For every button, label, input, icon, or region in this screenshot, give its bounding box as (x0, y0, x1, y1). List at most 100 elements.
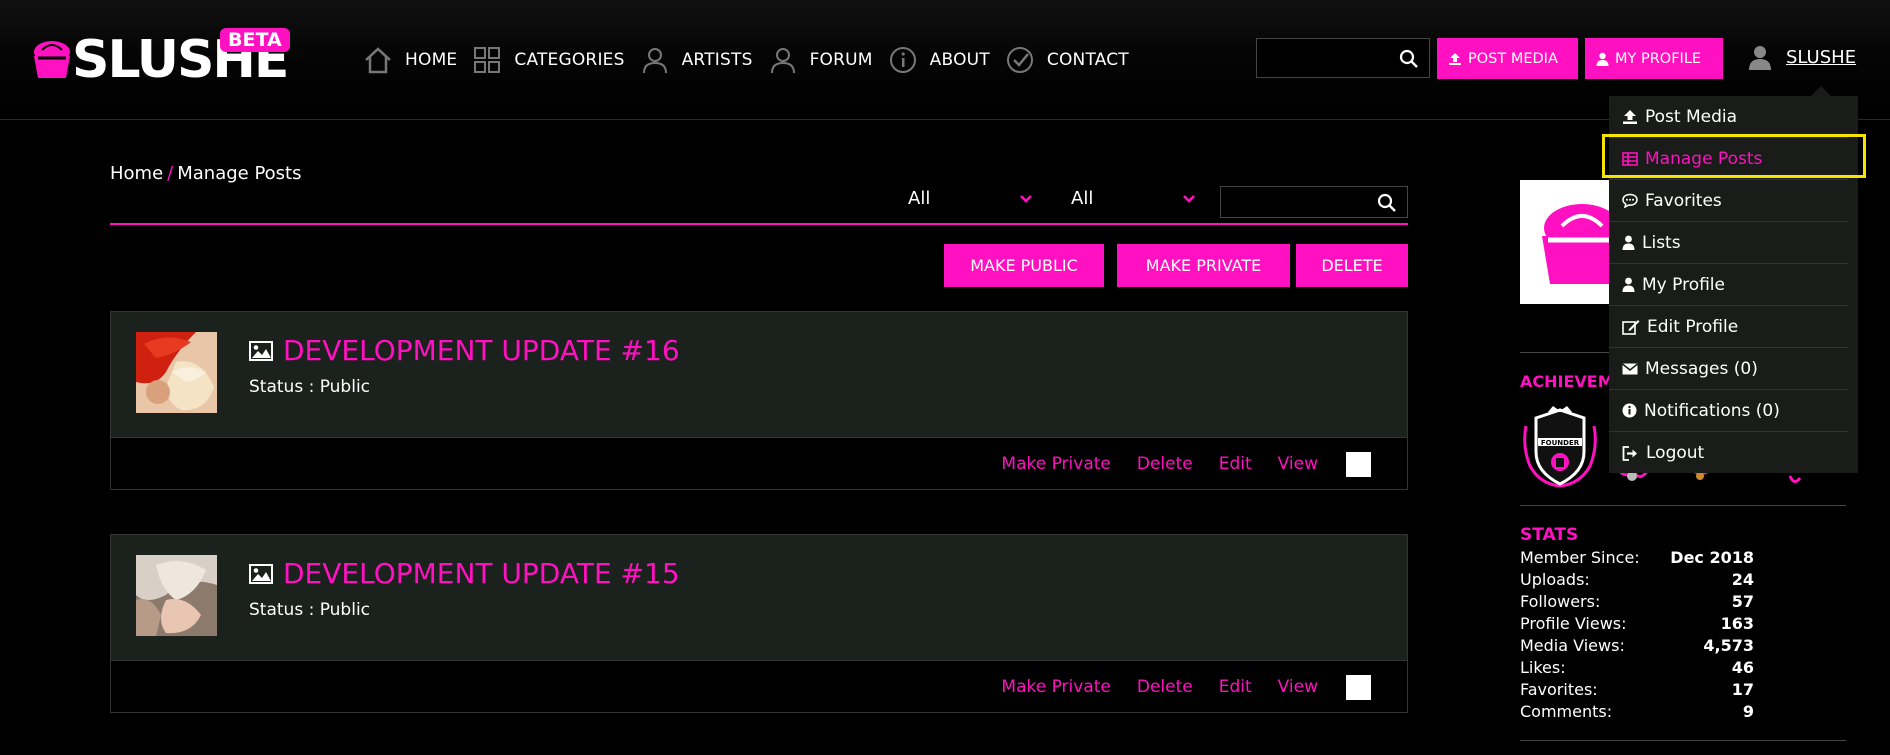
post-title: DEVELOPMENT UPDATE #15 (283, 557, 680, 590)
stat-row: Member Since: Dec 2018 (1520, 548, 1754, 570)
user-dropdown-menu: Post Media Manage Posts Favorites Lists … (1609, 86, 1858, 474)
stat-row: Uploads: 24 (1520, 570, 1754, 592)
achievement-badge[interactable] (1788, 475, 1802, 483)
delete-link[interactable]: Delete (1137, 454, 1193, 474)
image-icon (249, 563, 273, 584)
achievements-heading: ACHIEVEM (1520, 372, 1614, 391)
image-icon (249, 340, 273, 361)
breadcrumb-home[interactable]: Home (110, 163, 163, 184)
nav-forum[interactable]: FORUM (767, 44, 873, 76)
post-title-link[interactable]: DEVELOPMENT UPDATE #15 (249, 557, 680, 590)
post-media-button[interactable]: POST MEDIA (1437, 38, 1578, 79)
menu-item-post-media[interactable]: Post Media (1609, 96, 1848, 138)
stat-row: Likes: 46 (1520, 658, 1754, 680)
menu-item-edit-profile[interactable]: Edit Profile (1609, 306, 1848, 348)
header-search-input[interactable] (1256, 38, 1430, 78)
person-icon (1596, 52, 1609, 66)
stat-row: Profile Views: 163 (1520, 614, 1754, 636)
view-link[interactable]: View (1278, 454, 1318, 474)
stat-label: Uploads: (1520, 570, 1590, 589)
upload-icon (1623, 109, 1637, 124)
post-select-checkbox[interactable] (1346, 674, 1371, 700)
search-icon[interactable] (1377, 193, 1397, 213)
nav-about[interactable]: ABOUT (887, 44, 990, 76)
menu-item-label: Edit Profile (1647, 316, 1739, 337)
stat-row: Media Views: 4,573 (1520, 636, 1754, 658)
nav-home-label: HOME (405, 50, 458, 70)
make-private-link[interactable]: Make Private (1001, 677, 1110, 697)
site-logo[interactable]: SLUSHE BETA (30, 28, 300, 90)
menu-item-label: Logout (1646, 443, 1705, 463)
person-icon (1622, 235, 1635, 250)
stat-label: Media Views: (1520, 636, 1625, 655)
stat-row: Comments: 9 (1520, 702, 1754, 724)
menu-item-messages[interactable]: Messages (0) (1609, 348, 1848, 390)
make-public-button[interactable]: MAKE PUBLIC (944, 244, 1104, 287)
nav-contact[interactable]: CONTACT (1004, 44, 1129, 76)
nav-categories[interactable]: CATEGORIES (471, 44, 624, 76)
menu-item-favorites[interactable]: Favorites (1609, 180, 1848, 222)
stat-row: Favorites: 17 (1520, 680, 1754, 702)
posts-search-input[interactable] (1220, 186, 1408, 218)
slushe-cup-icon (34, 41, 70, 78)
post-select-checkbox[interactable] (1346, 451, 1371, 477)
menu-item-manage-posts[interactable]: Manage Posts (1609, 138, 1848, 180)
breadcrumb: Home / Manage Posts (110, 163, 302, 184)
breadcrumb-separator: / (167, 163, 174, 184)
post-thumbnail[interactable] (136, 332, 217, 413)
post-thumbnail[interactable] (136, 555, 217, 636)
make-private-button[interactable]: MAKE PRIVATE (1117, 244, 1290, 287)
person-icon (1622, 277, 1635, 292)
view-link[interactable]: View (1278, 677, 1318, 697)
delete-button[interactable]: DELETE (1296, 244, 1408, 287)
nav-categories-label: CATEGORIES (514, 50, 625, 70)
info-icon (889, 47, 916, 73)
post-status: Status : Public (249, 377, 371, 397)
menu-item-my-profile[interactable]: My Profile (1609, 264, 1848, 306)
beta-badge: BETA (220, 28, 290, 52)
my-profile-button[interactable]: MY PROFILE (1585, 38, 1723, 79)
status-filter-select[interactable]: All (1071, 188, 1196, 214)
post-actions: Make Private Delete Edit View (1001, 438, 1407, 490)
post-card-body: DEVELOPMENT UPDATE #16 Status : Public (111, 312, 1407, 438)
type-filter-select[interactable]: All (908, 188, 1033, 214)
edit-icon (1622, 319, 1640, 335)
nav-contact-label: CONTACT (1046, 50, 1129, 70)
edit-link[interactable]: Edit (1219, 454, 1252, 474)
stat-label: Followers: (1520, 592, 1601, 611)
menu-item-label: Lists (1642, 232, 1681, 253)
upload-icon (1449, 52, 1461, 65)
nav-home[interactable]: HOME (362, 44, 457, 76)
profile-avatar[interactable] (1520, 180, 1610, 304)
menu-item-label: Favorites (1645, 190, 1722, 211)
delete-link[interactable]: Delete (1137, 677, 1193, 697)
grid-icon (474, 47, 501, 73)
search-icon[interactable] (1399, 49, 1419, 69)
stat-value: 17 (1731, 680, 1754, 699)
menu-item-logout[interactable]: Logout (1609, 432, 1848, 474)
my-profile-label: MY PROFILE (1615, 50, 1702, 67)
nav-artists[interactable]: ARTISTS (639, 44, 753, 76)
stat-label: Favorites: (1520, 680, 1598, 699)
breadcrumb-current: Manage Posts (177, 163, 302, 184)
chevron-down-icon (1183, 195, 1195, 203)
main-nav: HOME CATEGORIES ARTISTS FORUM ABOUT CONT… (362, 40, 1143, 80)
stat-row: Followers: 57 (1520, 592, 1754, 614)
founder-badge[interactable]: FOUNDER (1523, 406, 1597, 488)
stat-value: 9 (1742, 702, 1754, 721)
stat-value: 46 (1731, 658, 1754, 677)
post-card: DEVELOPMENT UPDATE #16 Status : Public M… (110, 311, 1408, 490)
stat-label: Comments: (1520, 702, 1613, 721)
edit-link[interactable]: Edit (1219, 677, 1252, 697)
user-menu-toggle[interactable]: SLUSHE (1748, 44, 1856, 70)
comment-icon (1622, 193, 1638, 208)
menu-item-lists[interactable]: Lists (1609, 222, 1848, 264)
post-title-link[interactable]: DEVELOPMENT UPDATE #16 (249, 334, 680, 367)
chevron-down-icon (1020, 195, 1032, 203)
make-private-link[interactable]: Make Private (1001, 454, 1110, 474)
stat-value: 24 (1731, 570, 1754, 589)
stats-heading: STATS (1520, 525, 1579, 545)
menu-item-notifications[interactable]: Notifications (0) (1609, 390, 1848, 432)
menu-item-label: My Profile (1642, 274, 1725, 295)
table-icon (1622, 151, 1638, 166)
